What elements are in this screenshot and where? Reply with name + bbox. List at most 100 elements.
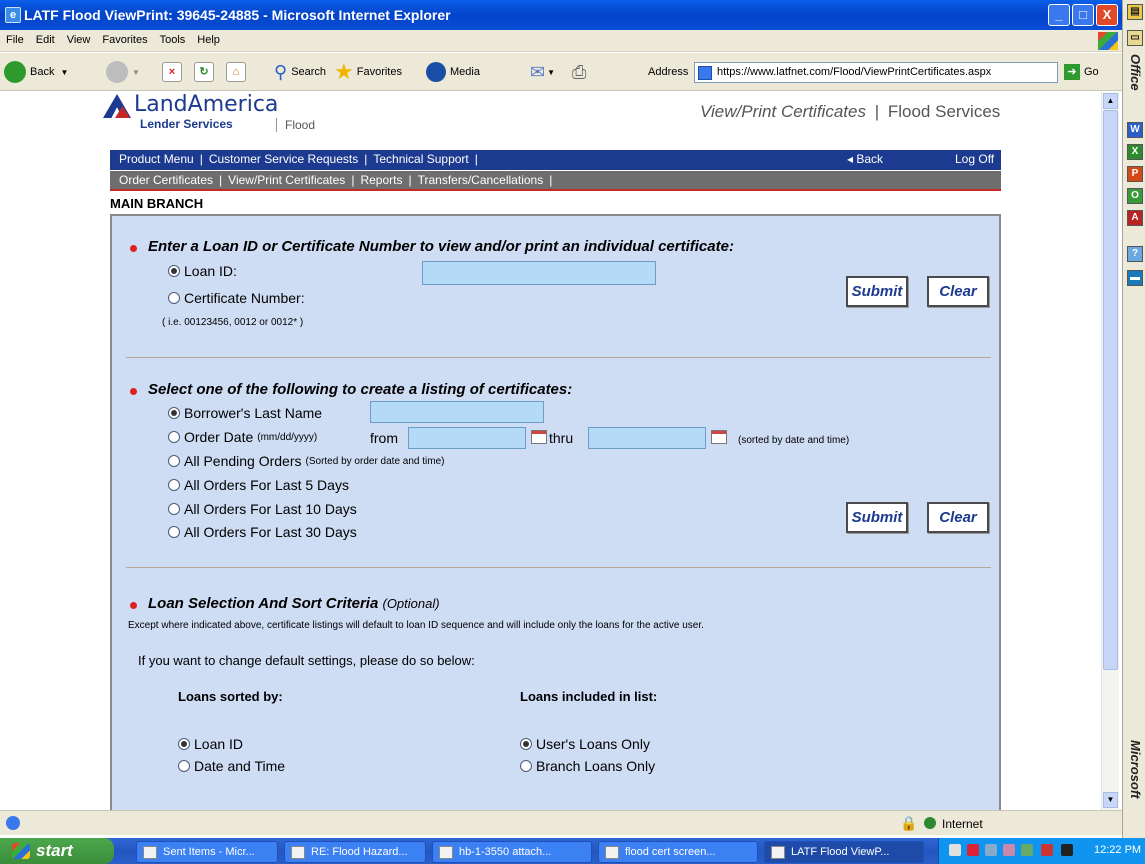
- task-label: RE: Flood Hazard...: [311, 846, 408, 858]
- menu-file[interactable]: File: [0, 30, 30, 46]
- nav-technical-support[interactable]: Technical Support: [373, 152, 468, 166]
- folder-icon[interactable]: ▭: [1127, 30, 1143, 46]
- maximize-button[interactable]: □: [1072, 4, 1094, 26]
- stop-icon: ×: [162, 62, 182, 82]
- start-button[interactable]: start: [0, 838, 114, 864]
- calendar-icon[interactable]: [531, 430, 547, 444]
- radio-selected-icon: [178, 738, 190, 750]
- task-flood-cert-screen[interactable]: flood cert screen...: [598, 841, 758, 863]
- status-bar: 🔒 Internet: [0, 810, 1122, 835]
- radio-certificate-number[interactable]: Certificate Number:: [168, 290, 305, 306]
- vertical-scrollbar[interactable]: ▲ ▼: [1101, 92, 1119, 810]
- address-url: https://www.latfnet.com/Flood/ViewPrintC…: [717, 66, 992, 78]
- nav-transfers-cancellations[interactable]: Transfers/Cancellations: [418, 173, 544, 187]
- sort-loan-id-label: Loan ID: [194, 736, 244, 752]
- radio-sort-loan-id[interactable]: Loan ID: [178, 736, 243, 752]
- window-title-bar[interactable]: e LATF Flood ViewPrint: 39645-24885 - Mi…: [0, 0, 1122, 30]
- nav-reports[interactable]: Reports: [360, 173, 402, 187]
- back-button[interactable]: Back ▼: [4, 59, 68, 85]
- app-tray-icon[interactable]: [1003, 844, 1015, 856]
- menu-favorites[interactable]: Favorites: [96, 30, 153, 46]
- antivirus-tray-icon[interactable]: [1041, 844, 1053, 856]
- nav-customer-service[interactable]: Customer Service Requests: [209, 152, 358, 166]
- menu-bar: File Edit View Favorites Tools Help: [0, 30, 1122, 52]
- sync-tray-icon[interactable]: [985, 844, 997, 856]
- favorites-button[interactable]: ★ Favorites: [334, 59, 402, 85]
- excel-icon[interactable]: X: [1127, 144, 1143, 160]
- close-button[interactable]: X: [1096, 4, 1118, 26]
- task-latf-flood-viewprint[interactable]: LATF Flood ViewP...: [764, 841, 924, 863]
- radio-borrower-last-name[interactable]: Borrower's Last Name: [168, 405, 322, 421]
- assistant-icon[interactable]: ?: [1127, 246, 1143, 262]
- section3-title: Loan Selection And Sort Criteria: [148, 595, 379, 612]
- update-tray-icon[interactable]: [1021, 844, 1033, 856]
- home-button[interactable]: ⌂: [226, 59, 246, 85]
- radio-sort-date-time[interactable]: Date and Time: [178, 758, 285, 774]
- radio-all-pending[interactable]: All Pending Orders (Sorted by order date …: [168, 453, 444, 469]
- menu-edit[interactable]: Edit: [30, 30, 61, 46]
- page-header-right: View/Print Certificates | Flood Services: [700, 102, 1000, 122]
- media-icon: [426, 62, 446, 82]
- radio-loan-id[interactable]: Loan ID:: [168, 263, 237, 279]
- office-menu-icon[interactable]: ▤: [1127, 4, 1143, 20]
- mail-button[interactable]: ✉ ▼: [530, 59, 555, 85]
- radio-users-loans-only[interactable]: User's Loans Only: [520, 736, 650, 752]
- search-button[interactable]: ⚲ Search: [274, 59, 326, 85]
- product-name: Flood: [276, 118, 315, 132]
- submit-button-1[interactable]: Submit: [846, 276, 908, 307]
- system-tray: 12:22 PM: [938, 838, 1145, 864]
- radio-icon: [168, 292, 180, 304]
- clear-button-1[interactable]: Clear: [927, 276, 989, 307]
- nav-logoff[interactable]: Log Off: [955, 152, 994, 166]
- network-tray-icon[interactable]: [967, 844, 979, 856]
- access-icon[interactable]: A: [1127, 210, 1143, 226]
- task-sent-items[interactable]: Sent Items - Micr...: [136, 841, 278, 863]
- radio-icon: [168, 479, 180, 491]
- page-icon: [698, 66, 712, 80]
- order-date-thru-input[interactable]: [588, 427, 706, 449]
- nav-back[interactable]: ◂ Back: [847, 152, 883, 166]
- borrower-last-name-input[interactable]: [370, 401, 544, 423]
- radio-branch-loans-only[interactable]: Branch Loans Only: [520, 758, 655, 774]
- radio-icon: [178, 760, 190, 772]
- radio-last-10-days[interactable]: All Orders For Last 10 Days: [168, 501, 357, 517]
- go-arrow-icon: ➜: [1064, 64, 1080, 80]
- alert-tray-icon[interactable]: [1061, 844, 1073, 856]
- security-zone: Internet: [942, 817, 983, 831]
- go-button[interactable]: ➜ Go: [1064, 59, 1099, 85]
- menu-view[interactable]: View: [61, 30, 97, 46]
- address-bar[interactable]: https://www.latfnet.com/Flood/ViewPrintC…: [694, 62, 1058, 83]
- mail-icon: ✉: [530, 61, 546, 82]
- powerpoint-icon[interactable]: P: [1127, 166, 1143, 182]
- radio-order-date[interactable]: Order Date (mm/dd/yyyy): [168, 429, 317, 445]
- order-date-from-input[interactable]: [408, 427, 526, 449]
- media-button[interactable]: Media: [426, 59, 480, 85]
- word-doc-icon: [605, 846, 619, 859]
- minimize-button[interactable]: _: [1048, 4, 1070, 26]
- task-hb-attach[interactable]: hb-1-3550 attach...: [432, 841, 592, 863]
- certificate-example: ( i.e. 00123456, 0012 or 0012* ): [162, 317, 304, 328]
- calendar-icon[interactable]: [711, 430, 727, 444]
- radio-last-5-days[interactable]: All Orders For Last 5 Days: [168, 477, 349, 493]
- menu-tools[interactable]: Tools: [154, 30, 192, 46]
- scroll-down-icon[interactable]: ▼: [1103, 792, 1118, 808]
- nav-view-print-certificates[interactable]: View/Print Certificates: [228, 173, 345, 187]
- outlook-icon[interactable]: O: [1127, 188, 1143, 204]
- scroll-up-icon[interactable]: ▲: [1103, 93, 1118, 109]
- radio-last-30-days[interactable]: All Orders For Last 30 Days: [168, 524, 357, 540]
- print-button[interactable]: ⎙: [572, 59, 586, 85]
- submit-button-2[interactable]: Submit: [846, 502, 908, 533]
- scroll-thumb[interactable]: [1103, 110, 1118, 670]
- stop-button[interactable]: ×: [162, 59, 182, 85]
- word-icon[interactable]: W: [1127, 122, 1143, 138]
- clear-button-2[interactable]: Clear: [927, 502, 989, 533]
- mail-tray-icon[interactable]: [949, 844, 961, 856]
- loan-or-certificate-input[interactable]: [422, 261, 656, 285]
- task-re-flood-hazard[interactable]: RE: Flood Hazard...: [284, 841, 426, 863]
- refresh-button[interactable]: ↻: [194, 59, 214, 85]
- nav-product-menu[interactable]: Product Menu: [119, 152, 194, 166]
- nav-order-certificates[interactable]: Order Certificates: [119, 173, 213, 187]
- menu-help[interactable]: Help: [191, 30, 226, 46]
- forward-button[interactable]: ▼: [106, 59, 140, 85]
- desktop-icon[interactable]: ▬: [1127, 270, 1143, 286]
